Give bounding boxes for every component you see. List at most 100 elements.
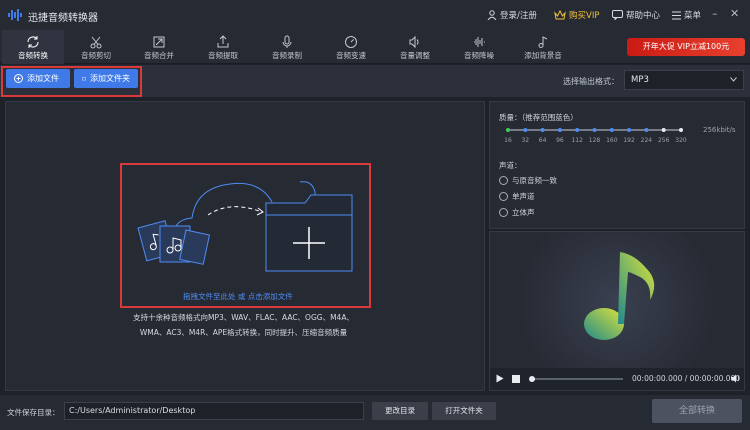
quality-slider[interactable] bbox=[500, 124, 690, 136]
quality-label: 质量：（推荐范围蓝色） bbox=[499, 113, 578, 122]
buy-vip-button[interactable]: 购买VIP bbox=[554, 9, 599, 21]
music-note-icon bbox=[538, 36, 548, 48]
change-directory-button[interactable]: 更改目录 bbox=[372, 402, 428, 420]
output-format-select[interactable]: MP3 bbox=[624, 70, 744, 90]
tab-audio-extract[interactable]: 音频提取 bbox=[192, 30, 254, 64]
quality-tick-label: 112 bbox=[571, 137, 583, 144]
waveform-icon bbox=[474, 37, 485, 47]
playback-time: 00:00:00.000 / 00:00:00.000 bbox=[632, 374, 741, 383]
refresh-icon bbox=[27, 36, 39, 48]
tab-volume-adjust[interactable]: 音量调整 bbox=[384, 30, 446, 64]
quality-stop[interactable] bbox=[592, 128, 597, 132]
tab-label: 音频变速 bbox=[336, 51, 366, 60]
supported-formats-line2: WMA、AC3、M4R、APE格式转换，同时提升、压缩音频质量 bbox=[139, 328, 348, 337]
quality-stop[interactable] bbox=[557, 128, 562, 132]
close-icon[interactable]: ✕ bbox=[730, 8, 739, 20]
quality-tick-label: 320 bbox=[675, 137, 687, 144]
chat-icon bbox=[612, 10, 623, 20]
login-label: 登录/注册 bbox=[500, 11, 537, 21]
quality-tick-label: 128 bbox=[588, 137, 601, 144]
quality-stop[interactable] bbox=[575, 128, 580, 132]
save-directory-input[interactable]: C:/Users/Administrator/Desktop bbox=[64, 402, 364, 420]
output-format-value: MP3 bbox=[631, 75, 649, 85]
login-button[interactable]: 登录/注册 bbox=[487, 9, 537, 21]
tab-audio-record[interactable]: 音频录制 bbox=[256, 30, 318, 64]
buy-vip-label: 购买VIP bbox=[569, 11, 600, 21]
radio-circle bbox=[499, 192, 508, 201]
quality-tick-label: 32 bbox=[521, 137, 530, 144]
quality-stop[interactable] bbox=[609, 128, 614, 132]
app-title: 迅捷音频转换器 bbox=[28, 13, 98, 24]
radio-label: 单声道 bbox=[512, 192, 535, 201]
playback-progress-track[interactable] bbox=[531, 378, 623, 380]
menu-button[interactable]: 菜单 bbox=[672, 9, 701, 21]
quality-stop[interactable] bbox=[661, 128, 666, 132]
quality-stop[interactable] bbox=[679, 128, 683, 132]
quality-stop[interactable] bbox=[644, 128, 649, 132]
quality-tick-label: 64 bbox=[538, 137, 547, 144]
merge-icon bbox=[153, 36, 165, 48]
highlight-box-toolbar bbox=[1, 66, 142, 97]
radio-channel-original[interactable]: 与原音频一致 bbox=[499, 175, 557, 186]
user-icon bbox=[487, 10, 497, 20]
speed-icon bbox=[345, 36, 357, 48]
volume-icon[interactable] bbox=[731, 374, 741, 383]
menu-label: 菜单 bbox=[684, 11, 702, 21]
help-center-button[interactable]: 帮助中心 bbox=[612, 9, 660, 21]
radio-circle bbox=[499, 208, 508, 217]
quality-tick-label: 160 bbox=[606, 137, 618, 144]
tab-audio-convert[interactable]: 音频转换 bbox=[2, 30, 64, 64]
quality-tick-label: 224 bbox=[640, 137, 653, 144]
quality-tick-label: 192 bbox=[623, 137, 635, 144]
quality-tick-label: 256 bbox=[657, 137, 670, 144]
chevron-down-icon bbox=[730, 77, 737, 82]
supported-formats-line1: 支持十余种音频格式向MP3、WAV、FLAC、AAC、OGG、M4A、 bbox=[133, 313, 354, 322]
quality-stop[interactable] bbox=[523, 128, 528, 132]
tab-label: 添加背景音 bbox=[524, 51, 562, 60]
tab-label: 音频合并 bbox=[144, 51, 174, 60]
playback-progress-handle[interactable] bbox=[529, 376, 535, 382]
hamburger-icon bbox=[672, 11, 681, 19]
promo-banner[interactable]: 开年大促 VIP立减100元 bbox=[627, 38, 745, 56]
radio-circle bbox=[499, 176, 508, 185]
tab-noise-reduction[interactable]: 音频降噪 bbox=[448, 30, 510, 64]
tab-label: 音量调整 bbox=[400, 51, 430, 60]
minimize-button[interactable]: – bbox=[712, 8, 718, 20]
crown-icon bbox=[554, 10, 566, 20]
quality-stop-selected[interactable] bbox=[506, 128, 510, 132]
radio-channel-mono[interactable]: 单声道 bbox=[499, 191, 535, 202]
tab-audio-speed[interactable]: 音频变速 bbox=[320, 30, 382, 64]
title-bar: 迅捷音频转换器 登录/注册 购买VIP 帮助中心 菜单 – ✕ bbox=[0, 0, 750, 30]
play-icon[interactable] bbox=[496, 374, 504, 383]
convert-all-button[interactable]: 全部转换 bbox=[652, 399, 742, 423]
drop-hint-link[interactable]: 拖拽文件至此处 或 点击添加文件 bbox=[183, 291, 293, 302]
tab-audio-cut[interactable]: 音频剪切 bbox=[65, 30, 127, 64]
quality-value: 256kbit/s bbox=[703, 126, 736, 134]
quality-tick-label: 96 bbox=[556, 137, 564, 144]
tab-label: 音频降噪 bbox=[464, 51, 494, 60]
microphone-icon bbox=[282, 35, 292, 48]
highlight-box-drop bbox=[120, 163, 371, 308]
radio-label: 立体声 bbox=[512, 208, 535, 217]
output-format-label: 选择输出格式： bbox=[563, 77, 619, 86]
save-directory-label: 文件保存目录： bbox=[7, 408, 60, 417]
stop-icon[interactable] bbox=[512, 375, 520, 383]
tab-audio-merge[interactable]: 音频合并 bbox=[128, 30, 190, 64]
channel-label: 声道： bbox=[499, 161, 522, 170]
app-logo-icon bbox=[8, 9, 22, 21]
quality-stop[interactable] bbox=[540, 128, 545, 132]
radio-label: 与原音频一致 bbox=[512, 176, 557, 185]
scissors-icon bbox=[90, 36, 102, 49]
tab-label: 音频提取 bbox=[208, 51, 238, 60]
help-center-label: 帮助中心 bbox=[626, 11, 661, 21]
quality-stop[interactable] bbox=[627, 128, 632, 132]
tab-add-background-music[interactable]: 添加背景音 bbox=[512, 30, 574, 64]
extract-icon bbox=[217, 35, 229, 48]
tab-label: 音频转换 bbox=[18, 51, 48, 60]
volume-icon bbox=[409, 35, 419, 49]
quality-tick-label: 16 bbox=[504, 137, 512, 144]
open-folder-button[interactable]: 打开文件夹 bbox=[432, 402, 496, 420]
tab-label: 音频录制 bbox=[272, 51, 302, 60]
radio-channel-stereo[interactable]: 立体声 bbox=[499, 207, 535, 218]
music-note-artwork-icon bbox=[584, 252, 655, 340]
